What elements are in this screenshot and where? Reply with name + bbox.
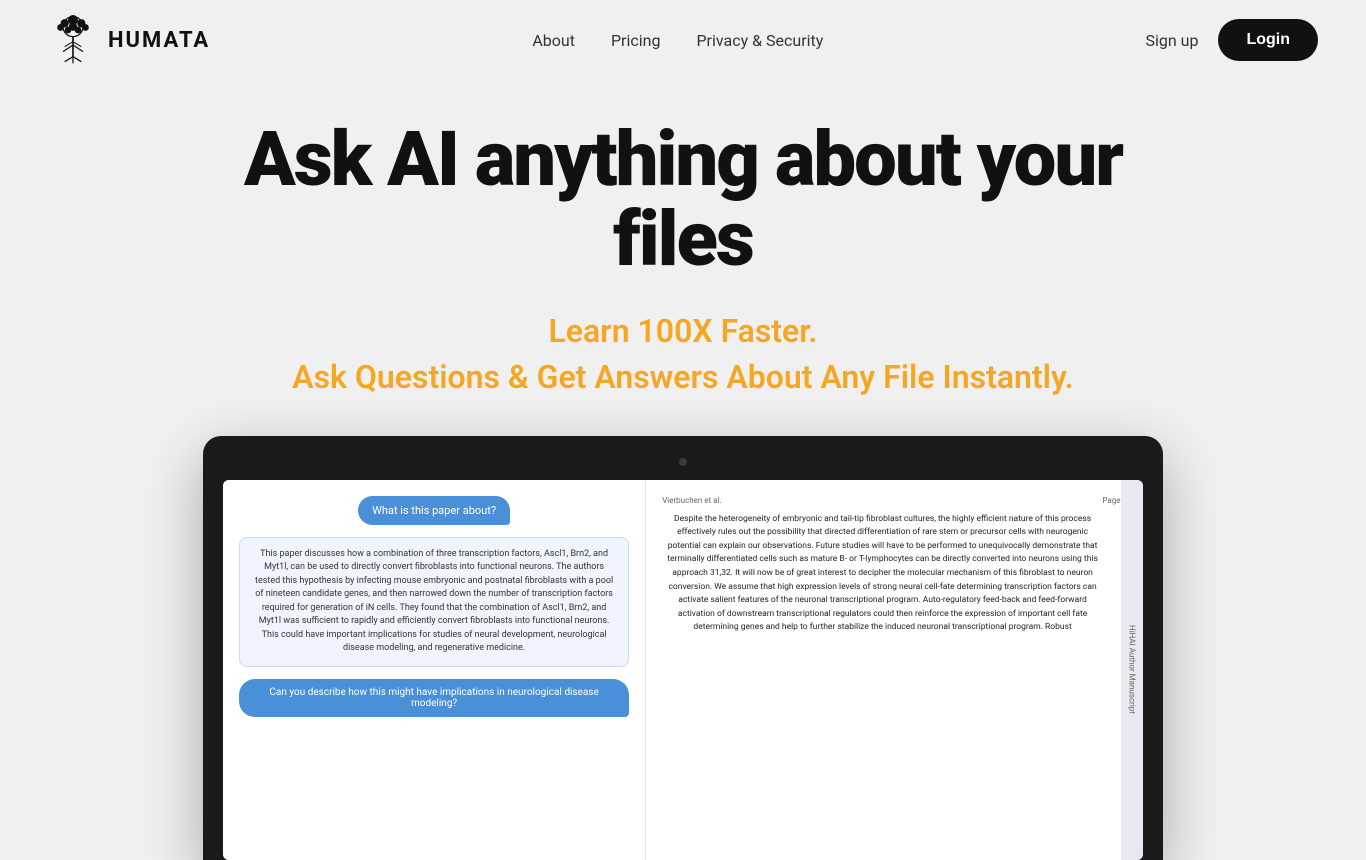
signup-link[interactable]: Sign up: [1145, 31, 1198, 50]
laptop-camera-bar: [223, 452, 1143, 472]
nav-pricing[interactable]: Pricing: [611, 31, 661, 50]
doc-title: Vierbuchen et al.: [662, 496, 721, 505]
logo[interactable]: HUMATA: [48, 15, 210, 65]
laptop-outer: What is this paper about? This paper dis…: [203, 436, 1163, 860]
doc-body: Despite the heterogeneity of embryonic a…: [662, 513, 1127, 635]
chat-panel: What is this paper about? This paper dis…: [223, 480, 646, 860]
laptop-screen: What is this paper about? This paper dis…: [223, 480, 1143, 860]
logo-icon: [48, 15, 98, 65]
hero-subtitle-1: Learn 100X Faster.: [548, 312, 817, 350]
laptop-mockup: What is this paper about? This paper dis…: [203, 436, 1163, 860]
chat-answer-1: This paper discusses how a combination o…: [239, 537, 629, 667]
doc-panel: Vierbuchen et al. Page 7 Despite the het…: [646, 480, 1143, 860]
nav-privacy-security[interactable]: Privacy & Security: [696, 31, 823, 50]
nav-actions: Sign up Login: [1145, 19, 1318, 61]
chat-question-2: Can you describe how this might have imp…: [239, 679, 629, 717]
nav-about[interactable]: About: [532, 31, 575, 50]
brand-name: HUMATA: [108, 28, 210, 53]
navbar: HUMATA About Pricing Privacy & Security …: [0, 0, 1366, 80]
hero-title: Ask AI anything about your files: [233, 120, 1133, 280]
nav-links: About Pricing Privacy & Security: [532, 31, 823, 50]
login-button[interactable]: Login: [1218, 19, 1318, 61]
chat-question-1: What is this paper about?: [358, 496, 510, 525]
doc-page-header: Vierbuchen et al. Page 7: [662, 496, 1127, 505]
hero-subtitle-2: Ask Questions & Get Answers About Any Fi…: [292, 358, 1074, 396]
hero-section: Ask AI anything about your files Learn 1…: [0, 80, 1366, 860]
doc-author-tag: HiHAI Author Manuscript: [1121, 480, 1143, 860]
laptop-camera: [679, 458, 687, 466]
